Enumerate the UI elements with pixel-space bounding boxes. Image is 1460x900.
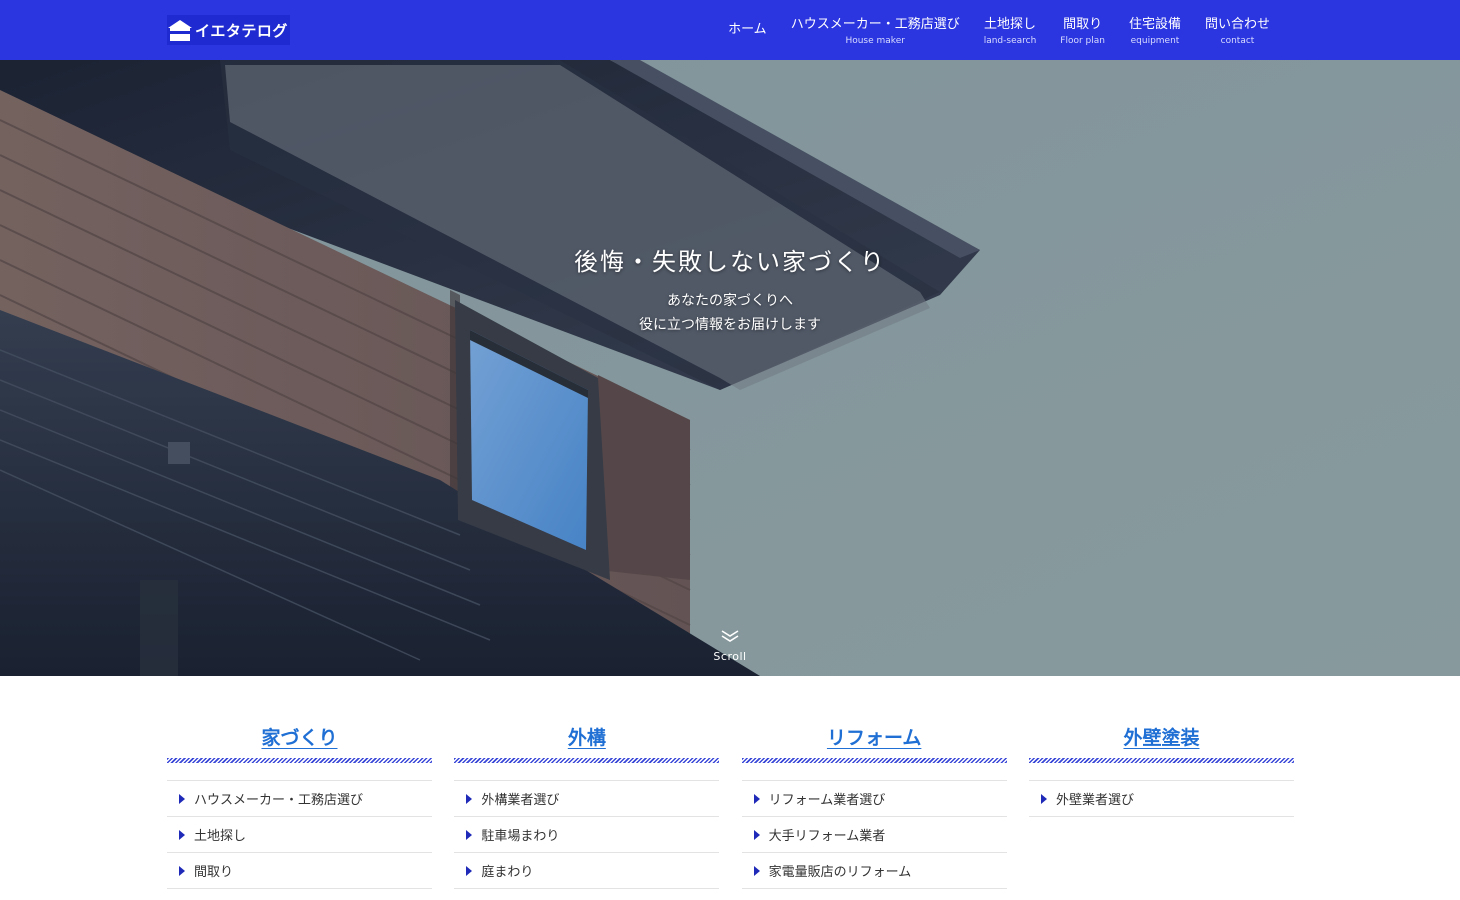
triangle-right-icon [179, 865, 185, 876]
category-list: 外構業者選び 駐車場まわり 庭まわり [454, 780, 720, 889]
nav-floor-plan[interactable]: 間取り Floor plan [1048, 0, 1117, 47]
list-item-label: 家電量販店のリフォーム [768, 865, 912, 880]
category-list: リフォーム業者選び 大手リフォーム業者 家電量販店のリフォーム [741, 780, 1007, 889]
nav-land-search-sub: land-search [983, 36, 1037, 46]
list-item[interactable]: 土地探し [167, 817, 432, 853]
nav-house-maker[interactable]: ハウスメーカー・工務店選び House maker [779, 0, 972, 47]
list-item[interactable]: 家電量販店のリフォーム [741, 853, 1007, 889]
scroll-indicator[interactable]: Scroll [700, 628, 760, 663]
main-nav: ホーム ハウスメーカー・工務店選び House maker 土地探し land-… [716, 0, 1282, 60]
category-divider [1028, 758, 1294, 763]
nav-contact-label: 問い合わせ [1204, 17, 1270, 32]
list-item-label: 外壁業者選び [1055, 793, 1134, 808]
site-logo[interactable]: イエタテログ [167, 15, 290, 45]
triangle-right-icon [1040, 793, 1047, 804]
triangle-right-icon [466, 865, 473, 876]
list-item[interactable]: 駐車場まわり [454, 817, 720, 853]
category-divider [167, 758, 432, 763]
hero-subtitle-line-2: 役に立つ情報をお届けします [639, 317, 821, 333]
triangle-right-icon [466, 793, 473, 804]
list-item[interactable]: 外壁業者選び [1028, 781, 1294, 817]
category-list: ハウスメーカー・工務店選び 土地探し 間取り [167, 780, 432, 889]
category-divider [741, 758, 1007, 763]
nav-home-label: ホーム [728, 22, 767, 37]
hero-title: 後悔・失敗しない家づくり [574, 248, 886, 276]
triangle-right-icon [466, 829, 473, 840]
hero-section: 後悔・失敗しない家づくり あなたの家づくりへ 役に立つ情報をお届けします Scr… [0, 60, 1460, 676]
list-item-label: 土地探し [194, 829, 247, 844]
nav-equipment-sub: equipment [1130, 36, 1180, 46]
list-item-label: リフォーム業者選び [768, 793, 886, 808]
scroll-label: Scroll [713, 650, 747, 663]
nav-house-maker-sub: House maker [845, 36, 905, 46]
triangle-right-icon [179, 793, 185, 804]
list-item-label: 駐車場まわり [481, 829, 560, 844]
triangle-right-icon [753, 829, 760, 840]
chevron-double-down-icon [720, 629, 740, 648]
nav-floor-plan-sub: Floor plan [1060, 36, 1105, 46]
category-reform: リフォーム リフォーム業者選び 大手リフォーム業者 家電量販店のリフォーム [741, 724, 1007, 889]
category-section: 家づくり ハウスメーカー・工務店選び 土地探し 間取り 外構 外構業者選び 駐車… [167, 724, 1294, 889]
site-header: イエタテログ ホーム ハウスメーカー・工務店選び House maker 土地探… [0, 0, 1460, 60]
list-item-label: ハウスメーカー・工務店選び [194, 793, 364, 808]
list-item-label: 間取り [194, 865, 234, 880]
list-item[interactable]: 外構業者選び [454, 781, 720, 817]
nav-land-search-label: 土地探し [983, 17, 1036, 32]
house-logo-icon [167, 17, 193, 43]
triangle-right-icon [179, 829, 185, 840]
category-wall-painting: 外壁塗装 外壁業者選び [1028, 724, 1294, 889]
hero-overlay [0, 60, 1460, 676]
logo-text: イエタテログ [195, 21, 288, 40]
category-house-building: 家づくり ハウスメーカー・工務店選び 土地探し 間取り [167, 724, 432, 889]
triangle-right-icon [753, 793, 760, 804]
hero-subtitle-line-1: あなたの家づくりへ [667, 293, 793, 309]
triangle-right-icon [753, 865, 760, 876]
list-item-label: 大手リフォーム業者 [768, 829, 886, 844]
category-divider [454, 758, 720, 763]
category-list: 外壁業者選び [1028, 780, 1294, 817]
nav-equipment-label: 住宅設備 [1128, 17, 1181, 32]
nav-home[interactable]: ホーム [716, 0, 779, 39]
category-title[interactable]: 外壁塗装 [1029, 724, 1294, 752]
nav-equipment[interactable]: 住宅設備 equipment [1117, 0, 1193, 47]
list-item[interactable]: リフォーム業者選び [741, 781, 1007, 817]
nav-floor-plan-label: 間取り [1063, 17, 1103, 32]
category-exterior: 外構 外構業者選び 駐車場まわり 庭まわり [454, 724, 720, 889]
nav-land-search[interactable]: 土地探し land-search [972, 0, 1049, 47]
list-item[interactable]: 庭まわり [454, 853, 720, 889]
list-item-label: 庭まわり [481, 865, 534, 880]
category-title[interactable]: 家づくり [167, 724, 432, 752]
list-item[interactable]: ハウスメーカー・工務店選び [167, 781, 432, 817]
nav-contact-sub: contact [1220, 36, 1255, 46]
nav-house-maker-label: ハウスメーカー・工務店選び [790, 17, 960, 32]
list-item[interactable]: 大手リフォーム業者 [741, 817, 1007, 853]
category-title[interactable]: リフォーム [742, 724, 1007, 752]
nav-contact[interactable]: 問い合わせ contact [1193, 0, 1282, 47]
list-item[interactable]: 間取り [167, 853, 432, 889]
list-item-label: 外構業者選び [481, 793, 560, 808]
category-title[interactable]: 外構 [454, 724, 719, 752]
hero-subtitle: あなたの家づくりへ 役に立つ情報をお届けします [0, 289, 1460, 337]
